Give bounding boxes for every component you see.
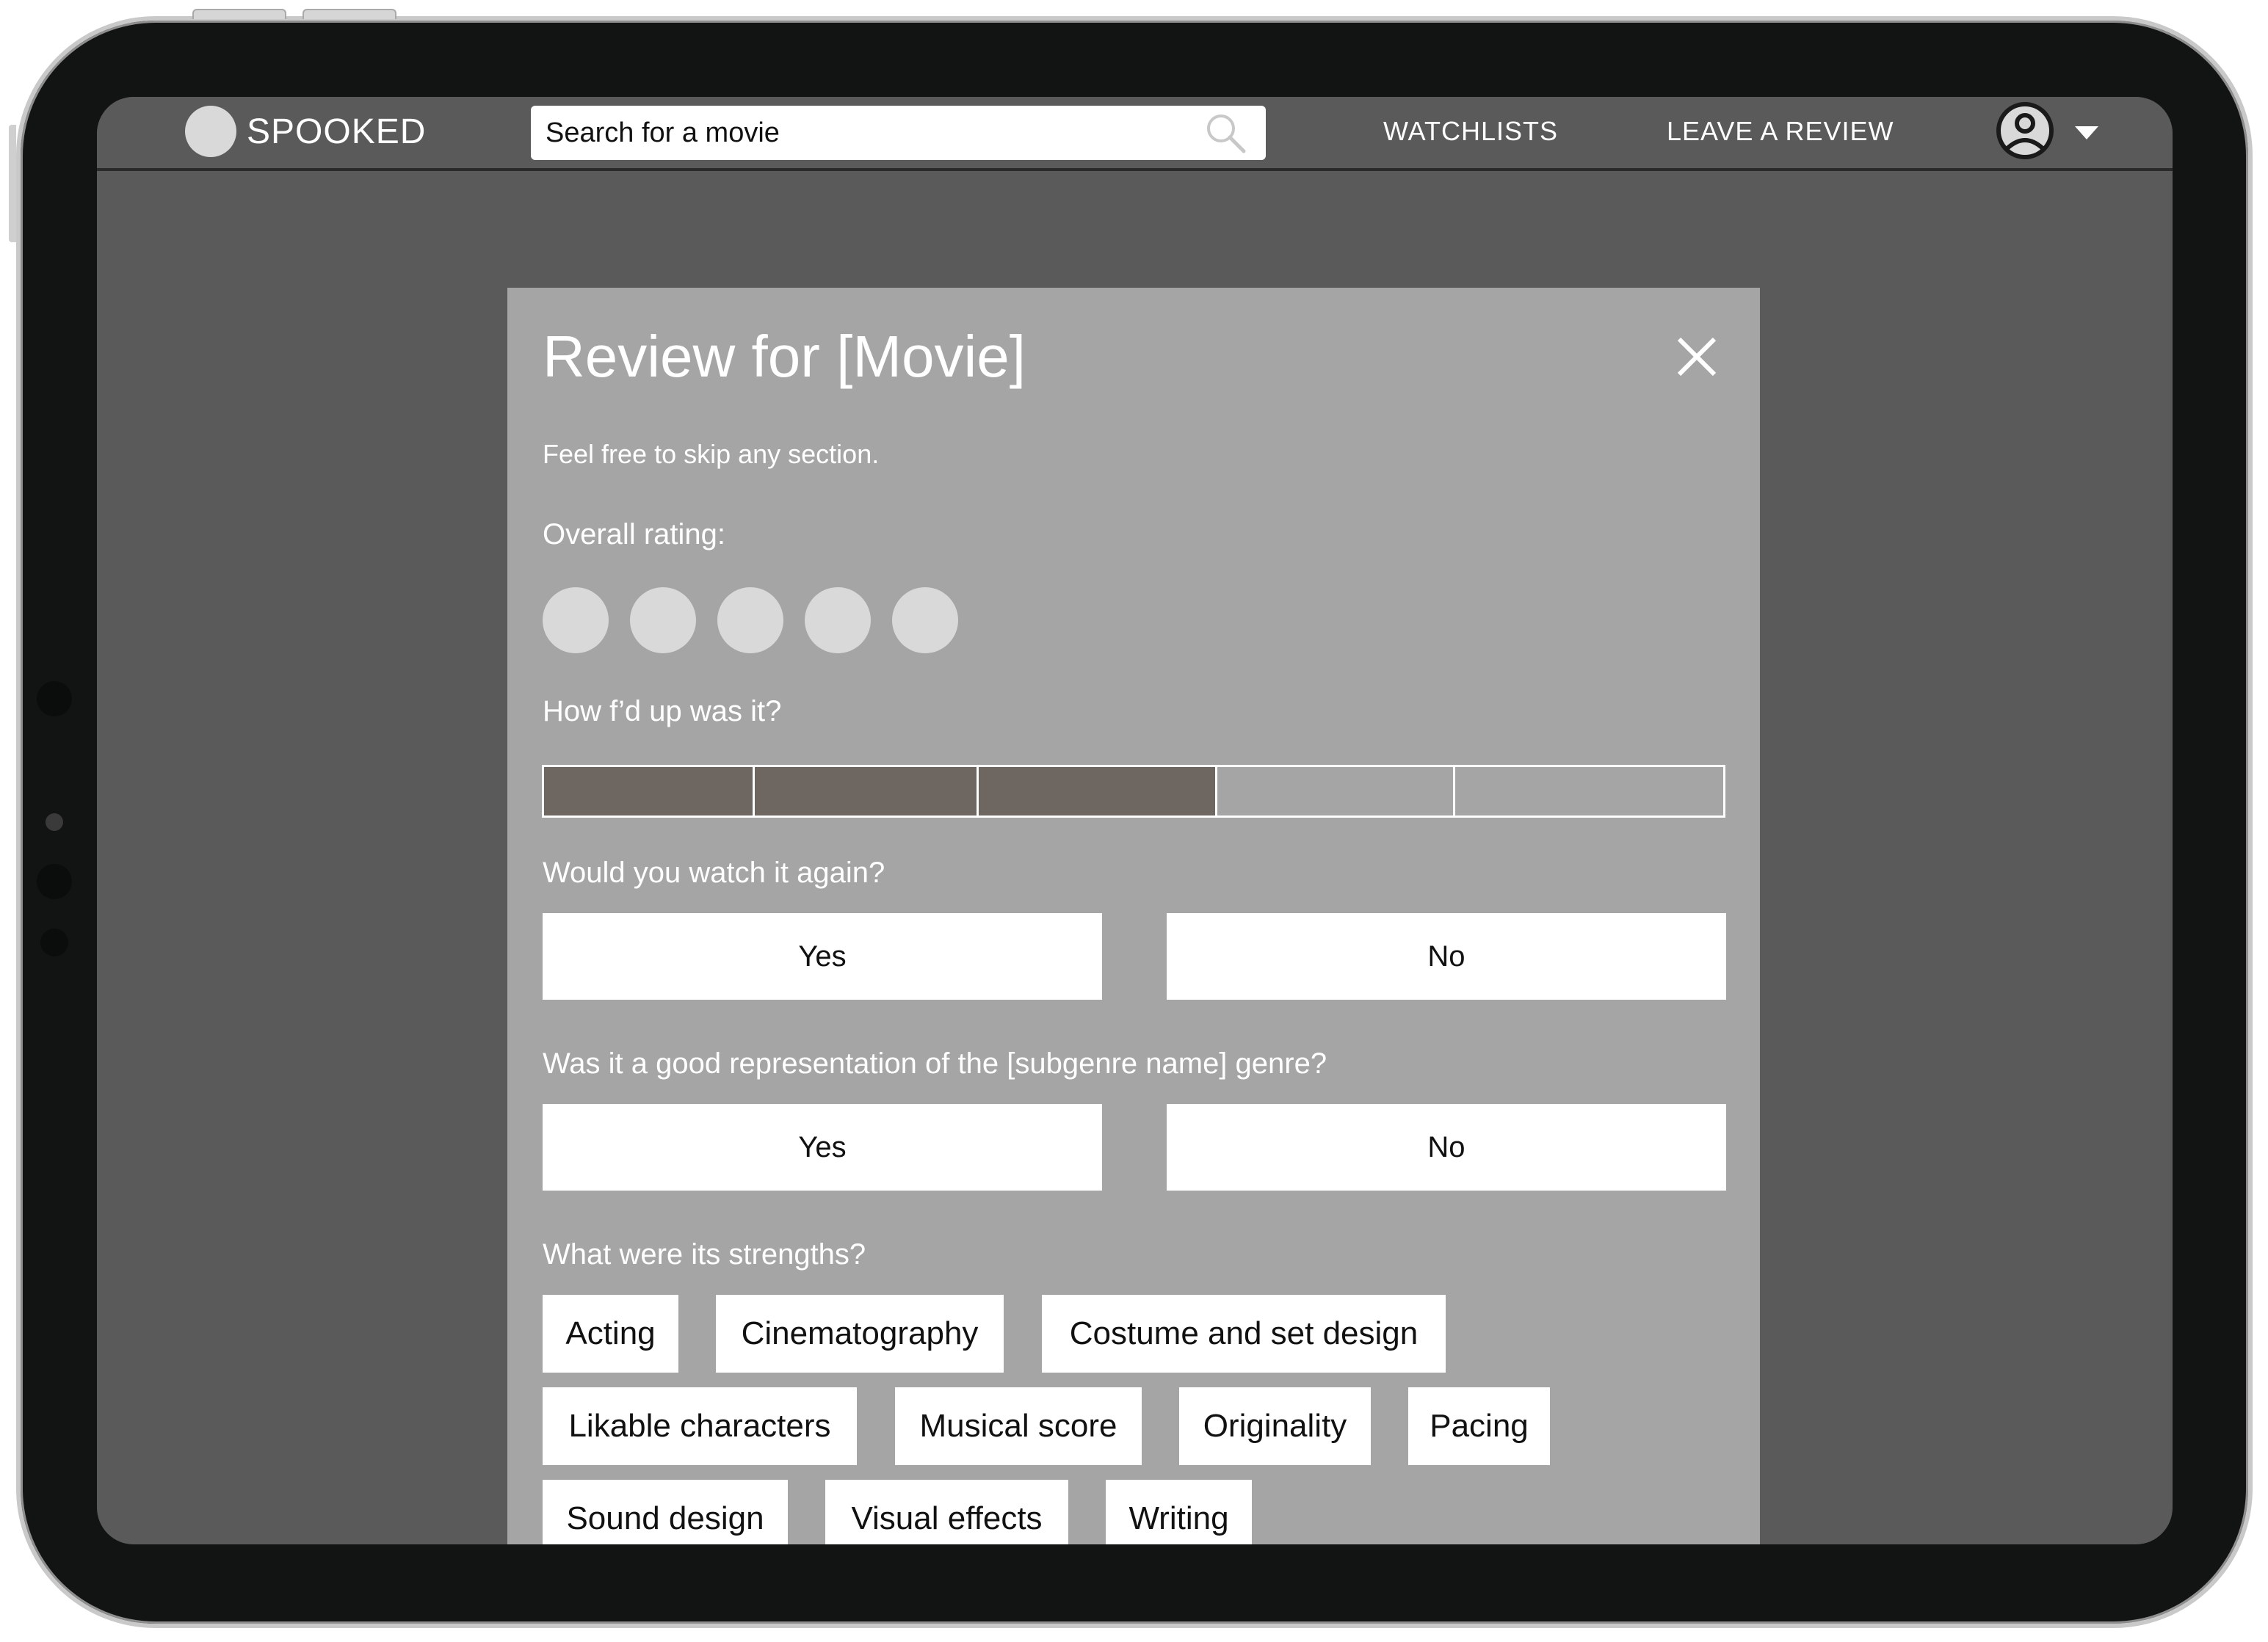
rating-dot-1[interactable]	[543, 587, 609, 653]
modal-title: Review for [Movie]	[543, 324, 1026, 389]
strength-chip[interactable]: Cinematography	[716, 1295, 1004, 1373]
strength-chip[interactable]: Costume and set design	[1042, 1295, 1446, 1373]
rating-dot-5[interactable]	[892, 587, 958, 653]
search-placeholder: Search for a movie	[546, 117, 780, 148]
volume-down-button	[302, 9, 396, 19]
strength-chip[interactable]: Visual effects	[825, 1480, 1068, 1544]
strength-chip[interactable]: Pacing	[1408, 1387, 1550, 1465]
strength-chip[interactable]: Likable characters	[543, 1387, 857, 1465]
strength-chip[interactable]: Writing	[1106, 1480, 1252, 1544]
search-icon[interactable]	[1204, 112, 1247, 154]
intensity-segment-1[interactable]	[544, 767, 755, 815]
logo-icon[interactable]	[185, 106, 236, 157]
user-circle-icon[interactable]	[1996, 101, 2054, 160]
caret-down-icon[interactable]	[2075, 126, 2098, 139]
strength-chip[interactable]: Acting	[543, 1295, 678, 1373]
volume-up-button	[192, 9, 286, 19]
sensor-dot	[40, 929, 68, 956]
rating-dot-3[interactable]	[717, 587, 783, 653]
intensity-label: How f’d up was it?	[543, 695, 782, 727]
rating-dot-2[interactable]	[630, 587, 696, 653]
front-camera-icon	[46, 813, 63, 831]
rating-dot-4[interactable]	[805, 587, 871, 653]
sensor-dot	[37, 864, 72, 899]
genre-yes-button[interactable]: Yes	[543, 1104, 1102, 1191]
strength-chip[interactable]: Sound design	[543, 1480, 788, 1544]
intensity-segment-3[interactable]	[978, 767, 1217, 815]
overall-rating-label: Overall rating:	[543, 518, 725, 551]
sensor-dot	[37, 681, 72, 716]
strength-chip[interactable]: Originality	[1179, 1387, 1371, 1465]
close-icon[interactable]	[1675, 335, 1719, 379]
screen: SPOOKED Search for a movie WATCHLISTS LE…	[97, 97, 2173, 1544]
strengths-label: What were its strengths?	[543, 1238, 866, 1271]
watch-again-yes-button[interactable]: Yes	[543, 913, 1102, 1000]
intensity-segment-2[interactable]	[754, 767, 979, 815]
intensity-segment-5[interactable]	[1455, 767, 1723, 815]
intensity-segment-4[interactable]	[1217, 767, 1456, 815]
nav-link-watchlists[interactable]: WATCHLISTS	[1383, 116, 1558, 147]
search-input[interactable]: Search for a movie	[531, 106, 1266, 160]
nav-link-leave-review[interactable]: LEAVE A REVIEW	[1667, 116, 1894, 147]
watch-again-label: Would you watch it again?	[543, 857, 885, 889]
genre-no-button[interactable]: No	[1167, 1104, 1726, 1191]
power-button	[9, 125, 16, 242]
modal-subtitle: Feel free to skip any section.	[543, 439, 880, 469]
intensity-scale	[542, 765, 1725, 818]
navbar: SPOOKED Search for a movie WATCHLISTS LE…	[97, 97, 2173, 171]
genre-representation-label: Was it a good representation of the [sub…	[543, 1047, 1327, 1080]
review-modal: Review for [Movie] Feel free to skip any…	[507, 288, 1760, 1544]
watch-again-no-button[interactable]: No	[1167, 913, 1726, 1000]
overall-rating	[543, 587, 958, 653]
strength-chip[interactable]: Musical score	[895, 1387, 1142, 1465]
logo-text[interactable]: SPOOKED	[247, 112, 426, 152]
